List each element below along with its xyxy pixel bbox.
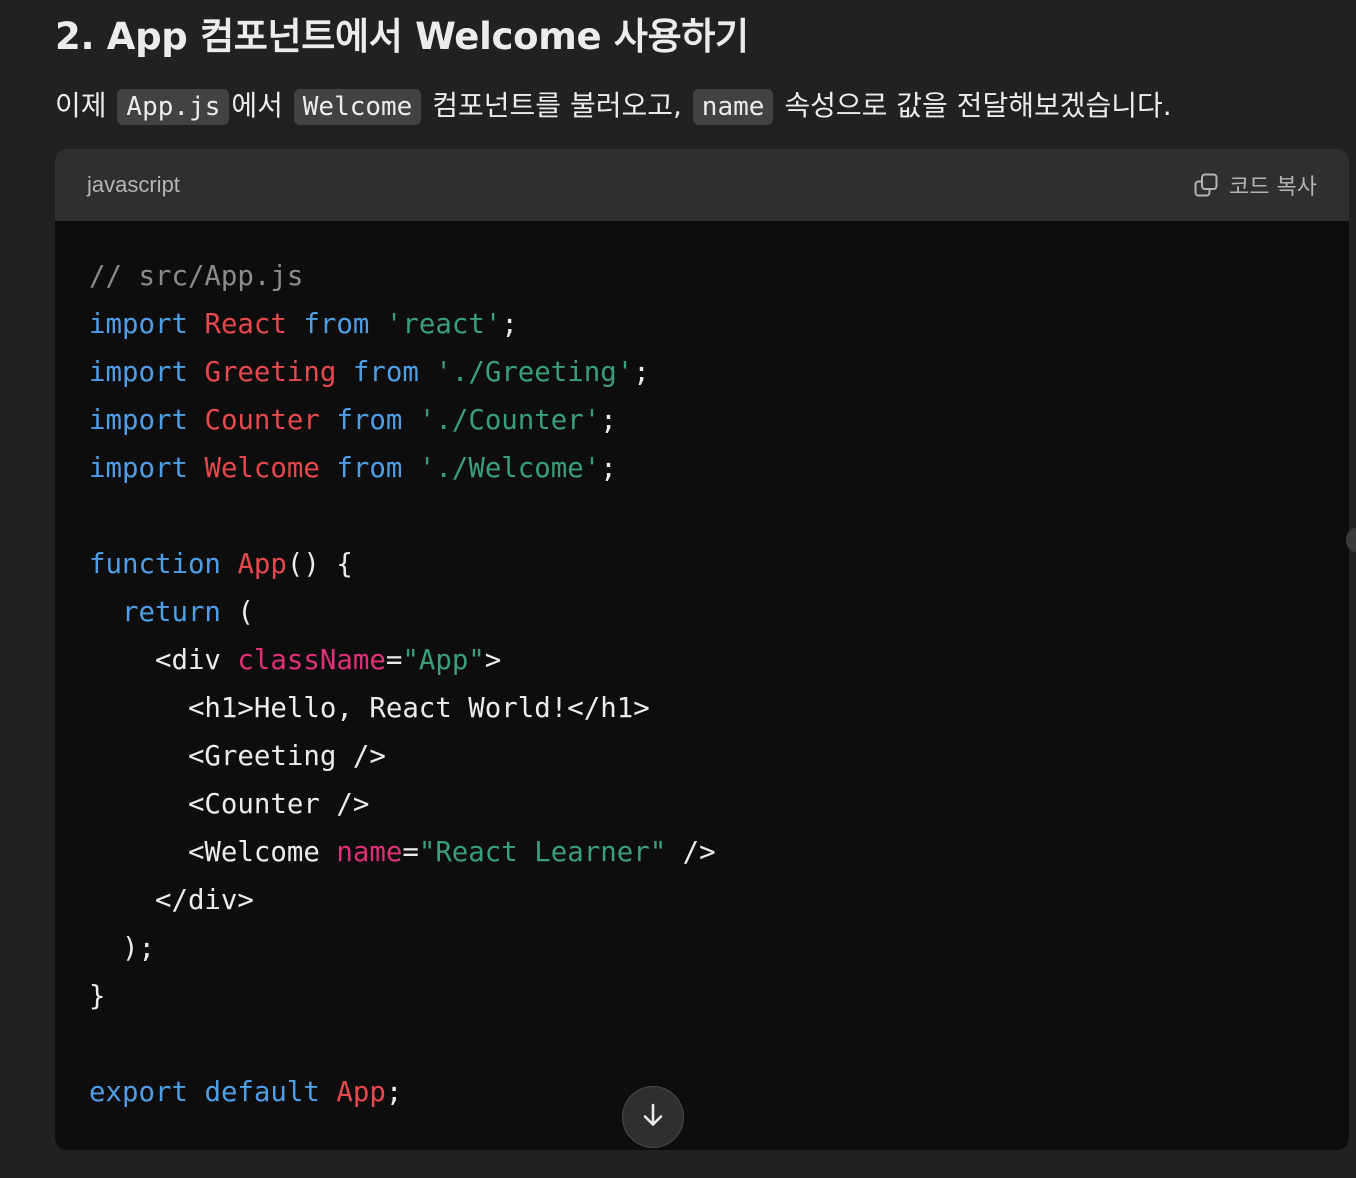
code-token-keyword: export xyxy=(89,1077,188,1108)
section-heading: 2. App 컴포넌트에서 Welcome 사용하기 xyxy=(55,15,749,58)
code-token-plain: <Counter /> xyxy=(89,789,370,820)
code-token-plain: <Greeting /> xyxy=(89,741,386,772)
code-token-keyword: from xyxy=(303,309,370,340)
code-line: import Welcome from './Welcome'; xyxy=(89,453,617,484)
code-token-keyword: function xyxy=(89,549,221,580)
code-token-plain: ; xyxy=(385,1077,403,1108)
copy-icon xyxy=(1193,172,1219,198)
inline-code: name xyxy=(692,89,774,125)
paragraph-text: 에서 xyxy=(231,89,292,122)
paragraph-text: 이제 xyxy=(55,89,116,122)
code-token-plain: <Welcome xyxy=(89,837,337,868)
intro-paragraph: 이제 App.js 에서 Welcome 컴포넌트를 불러오고, name 속성으… xyxy=(55,84,1172,129)
code-token-keyword: from xyxy=(336,405,403,436)
code-line: return ( xyxy=(89,597,254,628)
code-line: import React from 'react'; xyxy=(89,309,518,340)
code-token-string: './Greeting' xyxy=(435,357,634,388)
code-token-plain: ; xyxy=(633,357,650,388)
code-token-plain: ; xyxy=(600,453,617,484)
code-token-keyword: return xyxy=(121,597,221,628)
code-token-keyword: import xyxy=(89,309,188,340)
code-token-keyword: import xyxy=(89,357,188,388)
code-token-string: 'react' xyxy=(385,309,502,340)
code-block: javascript 코드 복사 // src/App.js import Re… xyxy=(55,149,1349,1150)
code-line: <Welcome name="React Learner" /> xyxy=(89,837,716,868)
code-token-name: App xyxy=(237,549,287,580)
code-token-plain: ); xyxy=(89,933,155,964)
code-content: // src/App.js import React from 'react';… xyxy=(89,253,716,1117)
code-token-keyword: import xyxy=(89,453,188,484)
code-token-attr: name xyxy=(336,837,403,868)
code-block-header: javascript 코드 복사 xyxy=(55,149,1349,221)
code-token-name: React xyxy=(204,309,287,340)
code-line: // src/App.js xyxy=(89,261,303,292)
code-token-plain: > xyxy=(484,645,502,676)
code-token-plain: </div> xyxy=(89,885,254,916)
code-token-keyword: default xyxy=(204,1077,320,1108)
inline-code: App.js xyxy=(117,89,230,125)
code-line: import Counter from './Counter'; xyxy=(89,405,617,436)
code-token-plain: } xyxy=(89,981,106,1012)
code-language-label: javascript xyxy=(87,172,180,197)
code-token-plain: ; xyxy=(501,309,518,340)
code-token-string: './Welcome' xyxy=(418,453,601,484)
scroll-down-button[interactable] xyxy=(622,1086,684,1148)
code-token-keyword: import xyxy=(89,405,188,436)
code-line: <Counter /> xyxy=(89,789,369,820)
code-token-plain: () { xyxy=(286,549,353,580)
code-token-name: App xyxy=(336,1077,386,1108)
code-token-attr: className xyxy=(237,645,386,676)
code-line: import Greeting from './Greeting'; xyxy=(89,357,650,388)
code-line: export default App; xyxy=(89,1077,402,1108)
code-line: <h1>Hello, React World!</h1> xyxy=(89,693,650,724)
code-line: } xyxy=(89,981,106,1012)
code-token-plain: ( xyxy=(220,597,254,628)
code-token-plain: = xyxy=(402,837,419,868)
copy-code-label: 코드 복사 xyxy=(1229,175,1317,200)
code-token-name: Welcome xyxy=(204,453,320,484)
code-token-plain: ; xyxy=(600,405,617,436)
code-token-plain: <h1>Hello, React World!</h1> xyxy=(89,693,650,724)
inline-code: Welcome xyxy=(293,89,422,125)
code-line: </div> xyxy=(89,885,254,916)
code-token-string: "React Learner" xyxy=(418,837,667,868)
code-line: <Greeting /> xyxy=(89,741,386,772)
arrow-down-icon xyxy=(639,1101,667,1133)
code-token-comment: // src/App.js xyxy=(89,261,304,292)
code-token-keyword: from xyxy=(336,453,403,484)
code-line: function App() { xyxy=(89,549,353,580)
code-token-plain: <div xyxy=(89,645,238,676)
code-token-string: "App" xyxy=(402,645,485,676)
code-token-plain: = xyxy=(385,645,403,676)
code-line: ); xyxy=(89,933,155,964)
code-token-name: Greeting xyxy=(204,357,337,388)
paragraph-text: 속성으로 값을 전달해보겠습니다. xyxy=(775,89,1172,122)
copy-code-button[interactable]: 코드 복사 xyxy=(1193,169,1317,201)
code-token-keyword: from xyxy=(352,357,419,388)
code-line: <div className="App"> xyxy=(89,645,501,676)
code-token-name: Counter xyxy=(204,405,320,436)
code-token-string: './Counter' xyxy=(418,405,601,436)
paragraph-text: 컴포넌트를 불러오고, xyxy=(423,89,691,122)
code-token-plain: /> xyxy=(666,837,716,868)
